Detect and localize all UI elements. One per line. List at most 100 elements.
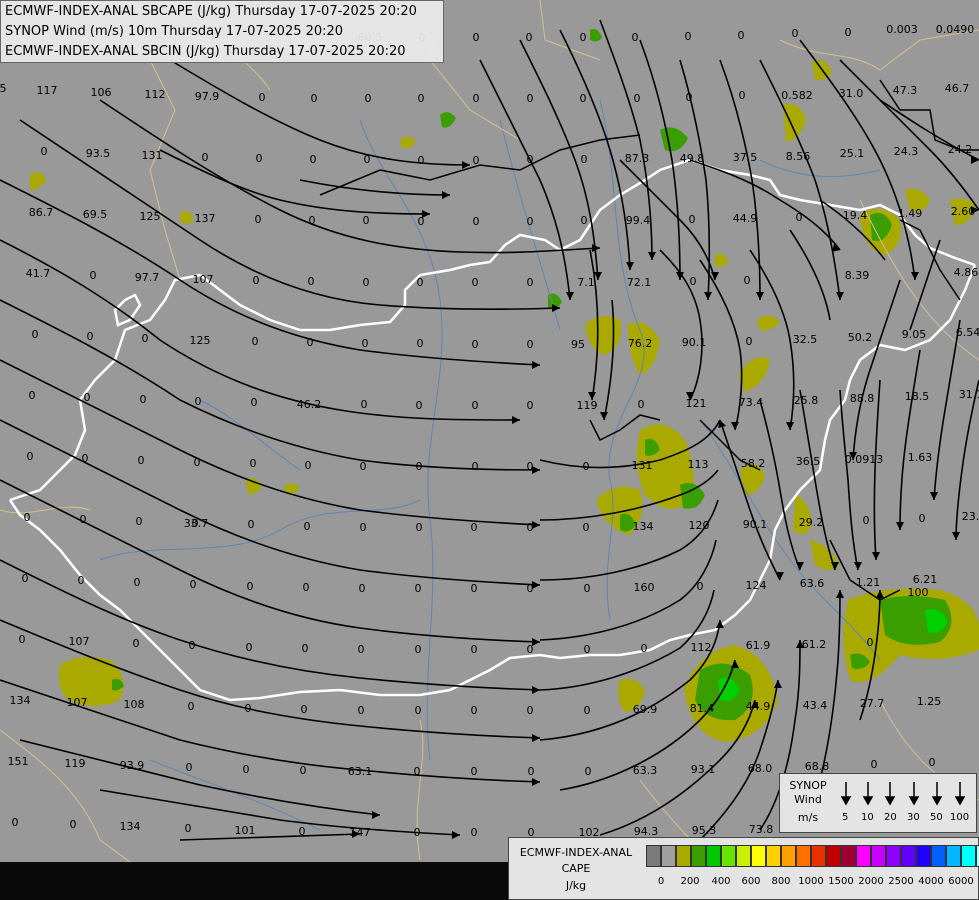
- grid-value: 121: [686, 397, 707, 410]
- grid-value: 0: [246, 641, 253, 654]
- grid-value: 0: [311, 92, 318, 105]
- grid-value: 107: [193, 273, 214, 286]
- grid-value: 0: [250, 457, 257, 470]
- grid-value: 0: [134, 576, 141, 589]
- wind-speed-label: 20: [884, 812, 897, 823]
- grid-value: 0: [189, 639, 196, 652]
- grid-value: 119: [577, 399, 598, 412]
- grid-value: 0: [739, 89, 746, 102]
- grid-value: 160: [634, 581, 655, 594]
- grid-value: 29.2: [799, 516, 824, 529]
- grid-value: 124: [746, 579, 767, 592]
- map-title-box: ECMWF-INDEX-ANAL SBCAPE (J/kg) Thursday …: [0, 0, 444, 63]
- grid-value: 6.21: [913, 573, 938, 586]
- grid-value: 134: [633, 520, 654, 533]
- map-background: [0, 0, 979, 862]
- grid-value: 0: [364, 153, 371, 166]
- grid-value: 0: [255, 213, 262, 226]
- cape-color-swatch: [751, 845, 766, 867]
- grid-value: 9.05: [902, 328, 927, 341]
- grid-value: 134: [10, 694, 31, 707]
- grid-value: 0: [363, 276, 370, 289]
- grid-value: 81.4: [690, 702, 715, 715]
- grid-value: 0: [638, 398, 645, 411]
- grid-value: 0: [140, 393, 147, 406]
- grid-value: 113: [688, 458, 709, 471]
- grid-value: 0: [90, 269, 97, 282]
- grid-value: 0: [471, 826, 478, 839]
- grid-value: 0: [303, 581, 310, 594]
- grid-value: 99.4: [626, 214, 651, 227]
- wind-legend: SYNOP Wind m/s 5 10 20 30 50 100: [779, 773, 977, 833]
- grid-value: 50.2: [848, 331, 873, 344]
- grid-value: 0: [12, 816, 19, 829]
- grid-value: 95: [571, 338, 585, 351]
- grid-value: 151: [8, 755, 29, 768]
- grid-value: 5: [0, 82, 7, 95]
- grid-value: 0: [686, 91, 693, 104]
- grid-value: 0: [195, 395, 202, 408]
- grid-value: 47.3: [893, 84, 918, 97]
- grid-value: 87.3: [625, 152, 650, 165]
- cape-tick-label: 1500: [828, 876, 854, 887]
- grid-value: 27.7: [860, 697, 885, 710]
- grid-value: 41.7: [26, 267, 51, 280]
- grid-value: 0: [585, 765, 592, 778]
- grid-value: 0: [526, 31, 533, 44]
- grid-value: 101: [235, 824, 256, 837]
- grid-value: 0: [528, 765, 535, 778]
- grid-value: 0: [133, 637, 140, 650]
- grid-value: 100: [908, 586, 929, 599]
- grid-value: 112: [145, 88, 166, 101]
- cape-color-swatch: [811, 845, 826, 867]
- grid-value: 0: [471, 643, 478, 656]
- grid-value: 25.8: [794, 394, 819, 407]
- grid-value: 63.6: [800, 577, 825, 590]
- grid-value: 49.8: [680, 152, 705, 165]
- wind-speed-label: 10: [861, 812, 874, 823]
- cape-legend-title-1: ECMWF-INDEX-ANAL: [519, 846, 633, 859]
- grid-value: 0: [27, 450, 34, 463]
- wind-speed-label: 30: [907, 812, 920, 823]
- cape-color-swatch: [946, 845, 961, 867]
- cape-tick-label: 2500: [888, 876, 914, 887]
- wind-legend-title-1: SYNOP: [789, 779, 827, 792]
- grid-value: 106: [91, 86, 112, 99]
- grid-value: 0: [305, 459, 312, 472]
- grid-value: 0: [863, 514, 870, 527]
- grid-value: 125: [190, 334, 211, 347]
- grid-value: 0: [84, 391, 91, 404]
- grid-value: 0: [527, 338, 534, 351]
- grid-value: 108: [124, 698, 145, 711]
- cape-legend: ECMWF-INDEX-ANAL CAPE J/kg 0 200 400 600…: [508, 837, 979, 900]
- grid-value: 0: [581, 153, 588, 166]
- cape-color-swatch: [841, 845, 856, 867]
- grid-value: 117: [37, 84, 58, 97]
- grid-value: 0: [32, 328, 39, 341]
- grid-value: 0: [527, 521, 534, 534]
- grid-value: 131: [142, 149, 163, 162]
- cape-color-swatch: [916, 845, 931, 867]
- grid-value: 0: [308, 275, 315, 288]
- grid-value: 0: [472, 338, 479, 351]
- grid-value: 93.5: [86, 147, 111, 160]
- grid-value: 0: [307, 336, 314, 349]
- grid-value: 0: [22, 572, 29, 585]
- grid-value: 69.9: [633, 703, 658, 716]
- wind-speed-label: 100: [950, 812, 970, 823]
- grid-value: 36.5: [796, 455, 821, 468]
- grid-value: 0: [746, 335, 753, 348]
- grid-value: 0: [252, 335, 259, 348]
- grid-value: 76.2: [628, 337, 653, 350]
- grid-value: 73.4: [739, 396, 764, 409]
- grid-value: 0: [584, 704, 591, 717]
- grid-value: 0: [251, 396, 258, 409]
- grid-value: 19.4: [843, 209, 868, 222]
- grid-value: 0: [310, 153, 317, 166]
- grid-value: 2.60: [951, 205, 976, 218]
- grid-value: 0: [738, 29, 745, 42]
- grid-value: 97.7: [135, 271, 160, 284]
- grid-value: 0: [472, 399, 479, 412]
- wind-speed-label: 5: [842, 812, 849, 823]
- cape-tick-label: 600: [741, 876, 761, 887]
